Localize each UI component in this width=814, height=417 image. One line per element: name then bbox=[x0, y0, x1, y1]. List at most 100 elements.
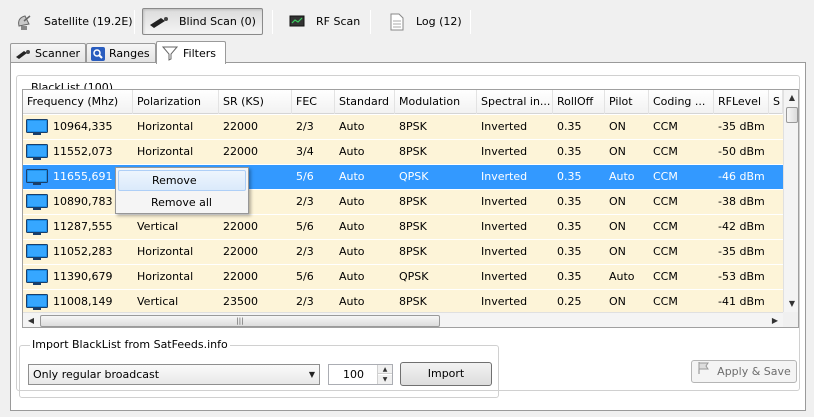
scroll-left-icon[interactable]: ◀ bbox=[23, 313, 39, 327]
stepper-value: 100 bbox=[343, 368, 364, 381]
cell-roll: 0.35 bbox=[557, 195, 582, 208]
cell-spec: Inverted bbox=[481, 270, 528, 283]
toolbar-separator bbox=[370, 10, 371, 34]
cell-mod: QPSK bbox=[399, 270, 429, 283]
cell-std: Auto bbox=[339, 120, 365, 133]
cell-sr: 22000 bbox=[223, 120, 258, 133]
tv-icon bbox=[26, 169, 48, 186]
table-row[interactable]: 11287,555 Vertical 22000 5/6 Auto 8PSK Inverte… bbox=[23, 215, 783, 240]
scroll-thumb[interactable] bbox=[786, 107, 798, 123]
scroll-down-icon[interactable]: ▼ bbox=[784, 296, 798, 312]
count-stepper[interactable]: 100 ▲ ▼ bbox=[328, 364, 393, 385]
table-row[interactable]: 11052,283 Horizontal 22000 2/3 Auto 8PSK Inver… bbox=[23, 240, 783, 265]
import-title: Import BlackList from SatFeeds.info bbox=[30, 338, 230, 351]
column-header[interactable]: RollOff bbox=[553, 90, 605, 114]
rf-scan-button[interactable]: RF Scan bbox=[280, 8, 368, 35]
import-button[interactable]: Import bbox=[400, 362, 492, 386]
cell-spec: Inverted bbox=[481, 245, 528, 258]
cell-roll: 0.35 bbox=[557, 270, 582, 283]
table-row[interactable]: 10964,335 Horizontal 22000 2/3 Auto 8PSK Inver… bbox=[23, 115, 783, 140]
blind-scan-button[interactable]: Blind Scan (0) bbox=[142, 8, 263, 35]
cell-roll: 0.35 bbox=[557, 145, 582, 158]
column-header[interactable]: FEC bbox=[292, 90, 335, 114]
cell-spec: Inverted bbox=[481, 170, 528, 183]
tab-ranges[interactable]: Ranges bbox=[86, 43, 156, 63]
document-icon bbox=[386, 12, 408, 32]
cell-roll: 0.25 bbox=[557, 295, 582, 308]
cell-pol: Vertical bbox=[137, 295, 179, 308]
cell-std: Auto bbox=[339, 170, 365, 183]
cell-fec: 2/3 bbox=[296, 120, 314, 133]
cell-pilot: ON bbox=[609, 120, 626, 133]
scroll-up-icon[interactable]: ▲ bbox=[784, 90, 798, 106]
column-header[interactable]: RFLevel bbox=[714, 90, 769, 114]
satellite-button[interactable]: Satellite (19.2E) bbox=[8, 8, 141, 35]
cell-freq: 11052,283 bbox=[53, 245, 113, 258]
apply-save-label: Apply & Save bbox=[717, 364, 791, 378]
column-header[interactable]: Pilot bbox=[605, 90, 649, 114]
broadcast-type-select[interactable]: Only regular broadcast ▼ bbox=[28, 364, 320, 385]
cell-std: Auto bbox=[339, 245, 365, 258]
magnifier-icon bbox=[91, 46, 105, 61]
satellite-label: Satellite (19.2E) bbox=[44, 15, 133, 28]
cell-pol: Vertical bbox=[137, 220, 179, 233]
column-header[interactable]: Coding ... bbox=[649, 90, 714, 114]
cell-fec: 5/6 bbox=[296, 170, 314, 183]
column-header[interactable]: Frequency (Mhz) bbox=[23, 90, 133, 114]
cell-coding: CCM bbox=[653, 120, 678, 133]
cell-coding: CCM bbox=[653, 295, 678, 308]
stepper-up-icon[interactable]: ▲ bbox=[378, 365, 392, 374]
table-row[interactable]: 11390,679 Horizontal 22000 5/6 Auto QPSK Inver… bbox=[23, 265, 783, 290]
cell-pilot: Auto bbox=[609, 270, 635, 283]
column-header[interactable]: Standard bbox=[335, 90, 395, 114]
select-value: Only regular broadcast bbox=[33, 368, 160, 381]
cell-sr: 22000 bbox=[223, 245, 258, 258]
table-row[interactable]: 11552,073 Horizontal 22000 3/4 Auto 8PSK Inver… bbox=[23, 140, 783, 165]
column-header[interactable]: Spectral in... bbox=[477, 90, 553, 114]
toolbar-separator bbox=[134, 10, 135, 34]
cell-pilot: Auto bbox=[609, 170, 635, 183]
cell-roll: 0.35 bbox=[557, 170, 582, 183]
stepper-down-icon[interactable]: ▼ bbox=[378, 375, 392, 384]
column-header[interactable]: S bbox=[769, 90, 783, 114]
cell-roll: 0.35 bbox=[557, 220, 582, 233]
cell-rf: -46 dBm bbox=[718, 170, 765, 183]
cell-pilot: ON bbox=[609, 295, 626, 308]
monitor-icon bbox=[286, 12, 308, 32]
cell-sr: 22000 bbox=[223, 270, 258, 283]
scroll-right-icon[interactable]: ▶ bbox=[767, 313, 783, 327]
rf-scan-label: RF Scan bbox=[316, 15, 361, 28]
cell-fec: 3/4 bbox=[296, 145, 314, 158]
column-header[interactable]: Modulation bbox=[395, 90, 477, 114]
table-header: Frequency (Mhz) Polarization SR (KS) FEC… bbox=[23, 90, 783, 114]
cell-pilot: ON bbox=[609, 245, 626, 258]
menu-item-remove[interactable]: Remove bbox=[118, 170, 246, 191]
cell-rf: -38 dBm bbox=[718, 195, 765, 208]
cell-pol: Horizontal bbox=[137, 270, 194, 283]
cell-pol: Horizontal bbox=[137, 145, 194, 158]
import-group: Import BlackList from SatFeeds.info Only… bbox=[19, 338, 499, 398]
column-header[interactable]: Polarization bbox=[133, 90, 219, 114]
tab-filters[interactable]: Filters bbox=[156, 41, 226, 64]
cell-coding: CCM bbox=[653, 270, 678, 283]
menu-item-remove-all[interactable]: Remove all bbox=[118, 192, 246, 213]
cell-spec: Inverted bbox=[481, 145, 528, 158]
tv-icon bbox=[26, 244, 48, 261]
tab-scanner-label: Scanner bbox=[35, 47, 81, 60]
cell-fec: 5/6 bbox=[296, 270, 314, 283]
scroll-thumb[interactable]: ||| bbox=[40, 315, 440, 327]
tab-scanner[interactable]: Scanner bbox=[10, 43, 86, 63]
cell-rf: -41 dBm bbox=[718, 295, 765, 308]
context-menu: Remove Remove all bbox=[115, 167, 249, 214]
horizontal-scrollbar[interactable]: ◀ ||| ▶ bbox=[23, 312, 783, 327]
cell-spec: Inverted bbox=[481, 120, 528, 133]
tv-icon bbox=[26, 144, 48, 161]
cell-freq: 11287,555 bbox=[53, 220, 113, 233]
cell-coding: CCM bbox=[653, 220, 678, 233]
cell-fec: 2/3 bbox=[296, 195, 314, 208]
apply-save-button[interactable]: Apply & Save bbox=[691, 360, 797, 383]
column-header[interactable]: SR (KS) bbox=[219, 90, 292, 114]
blind-scan-label: Blind Scan (0) bbox=[179, 15, 256, 28]
vertical-scrollbar[interactable]: ▲ ▼ bbox=[783, 90, 798, 312]
log-button[interactable]: Log (12) bbox=[380, 8, 470, 35]
